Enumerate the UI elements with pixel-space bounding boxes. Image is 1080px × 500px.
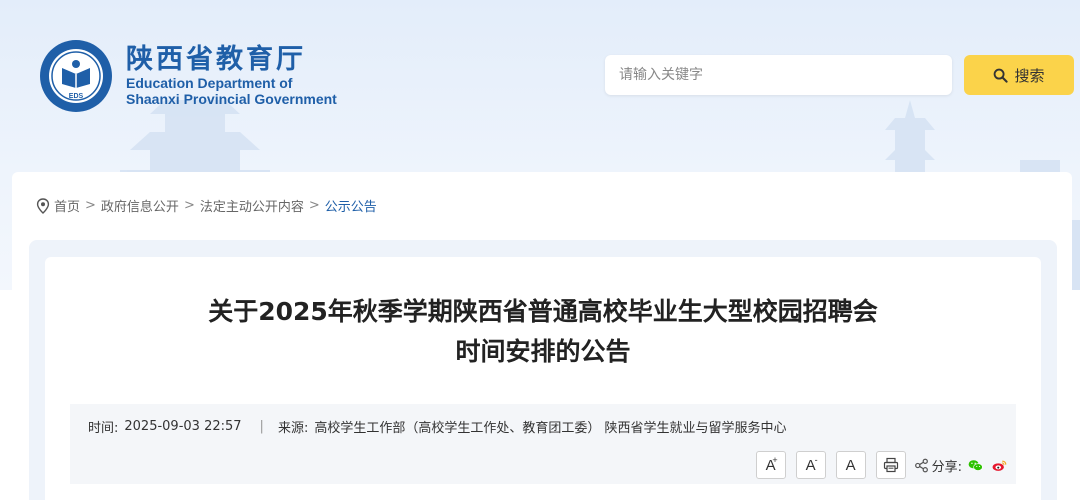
print-icon [883, 457, 898, 473]
font-reset-button[interactable]: A [835, 451, 866, 479]
article-title-line1: 关于2025年秋季学期陕西省普通高校毕业生大型校园招聘会 [208, 297, 878, 326]
time-label: 时间: [88, 421, 119, 436]
meta-line: 时间: 2025-09-03 22:57 | 来源: 高校学生工作部（高校学生工… [88, 417, 786, 436]
breadcrumb-announcements[interactable]: 公示公告 [325, 196, 377, 215]
article-tools: A + A - A 分享: [746, 451, 1010, 479]
print-button[interactable] [875, 451, 906, 479]
source-value: 高校学生工作部（高校学生工作处、教育团工委） 陕西省学生就业与留学服务中心 [314, 421, 787, 436]
search-icon [994, 68, 1009, 83]
org-name-en-line2: Shaanxi Provincial Government [126, 91, 337, 107]
share-group: 分享: [914, 456, 1010, 475]
breadcrumb-separator: > [183, 198, 195, 213]
share-label: 分享: [931, 459, 962, 475]
source-label: 来源: [277, 421, 309, 436]
search-button[interactable]: 搜索 [964, 55, 1074, 95]
font-decrease-button[interactable]: A - [795, 451, 826, 479]
breadcrumb-separator: > [308, 198, 320, 213]
breadcrumb: 首页 > 政府信息公开 > 法定主动公开内容 > 公示公告 [36, 196, 377, 215]
meta-divider: | [259, 419, 264, 434]
org-name-cn: 陕西省教育厅 [126, 44, 306, 75]
weibo-icon[interactable] [992, 458, 1007, 473]
emblem-icon: EDS [40, 40, 112, 112]
search-input[interactable] [605, 55, 952, 95]
breadcrumb-gov-info[interactable]: 政府信息公开 [101, 196, 179, 215]
font-increase-button[interactable]: A + [755, 451, 786, 479]
share-icon [914, 458, 928, 472]
article-title: 关于2025年秋季学期陕西省普通高校毕业生大型校园招聘会 时间安排的公告 [45, 292, 1041, 372]
font-reset-label: A [845, 456, 856, 474]
publish-time: 2025-09-03 22:57 [124, 419, 242, 434]
search-button-label: 搜索 [1014, 66, 1045, 85]
article-meta: 时间: 2025-09-03 22:57 | 来源: 高校学生工作部（高校学生工… [70, 404, 1016, 484]
org-name-en-line1: Education Department of [126, 75, 293, 91]
font-increase-sup: + [772, 455, 778, 465]
wechat-icon[interactable] [968, 458, 983, 473]
breadcrumb-statutory-disclosure[interactable]: 法定主动公开内容 [200, 196, 304, 215]
emblem-text: EDS [69, 93, 84, 100]
breadcrumb-separator: > [85, 198, 96, 213]
font-decrease-sup: - [814, 455, 818, 465]
breadcrumb-home[interactable]: 首页 [54, 196, 80, 215]
site-logo[interactable]: EDS 陕西省教育厅 Education Department of Shaan… [38, 38, 337, 114]
location-pin-icon [36, 197, 50, 214]
article-title-line2: 时间安排的公告 [455, 337, 631, 366]
